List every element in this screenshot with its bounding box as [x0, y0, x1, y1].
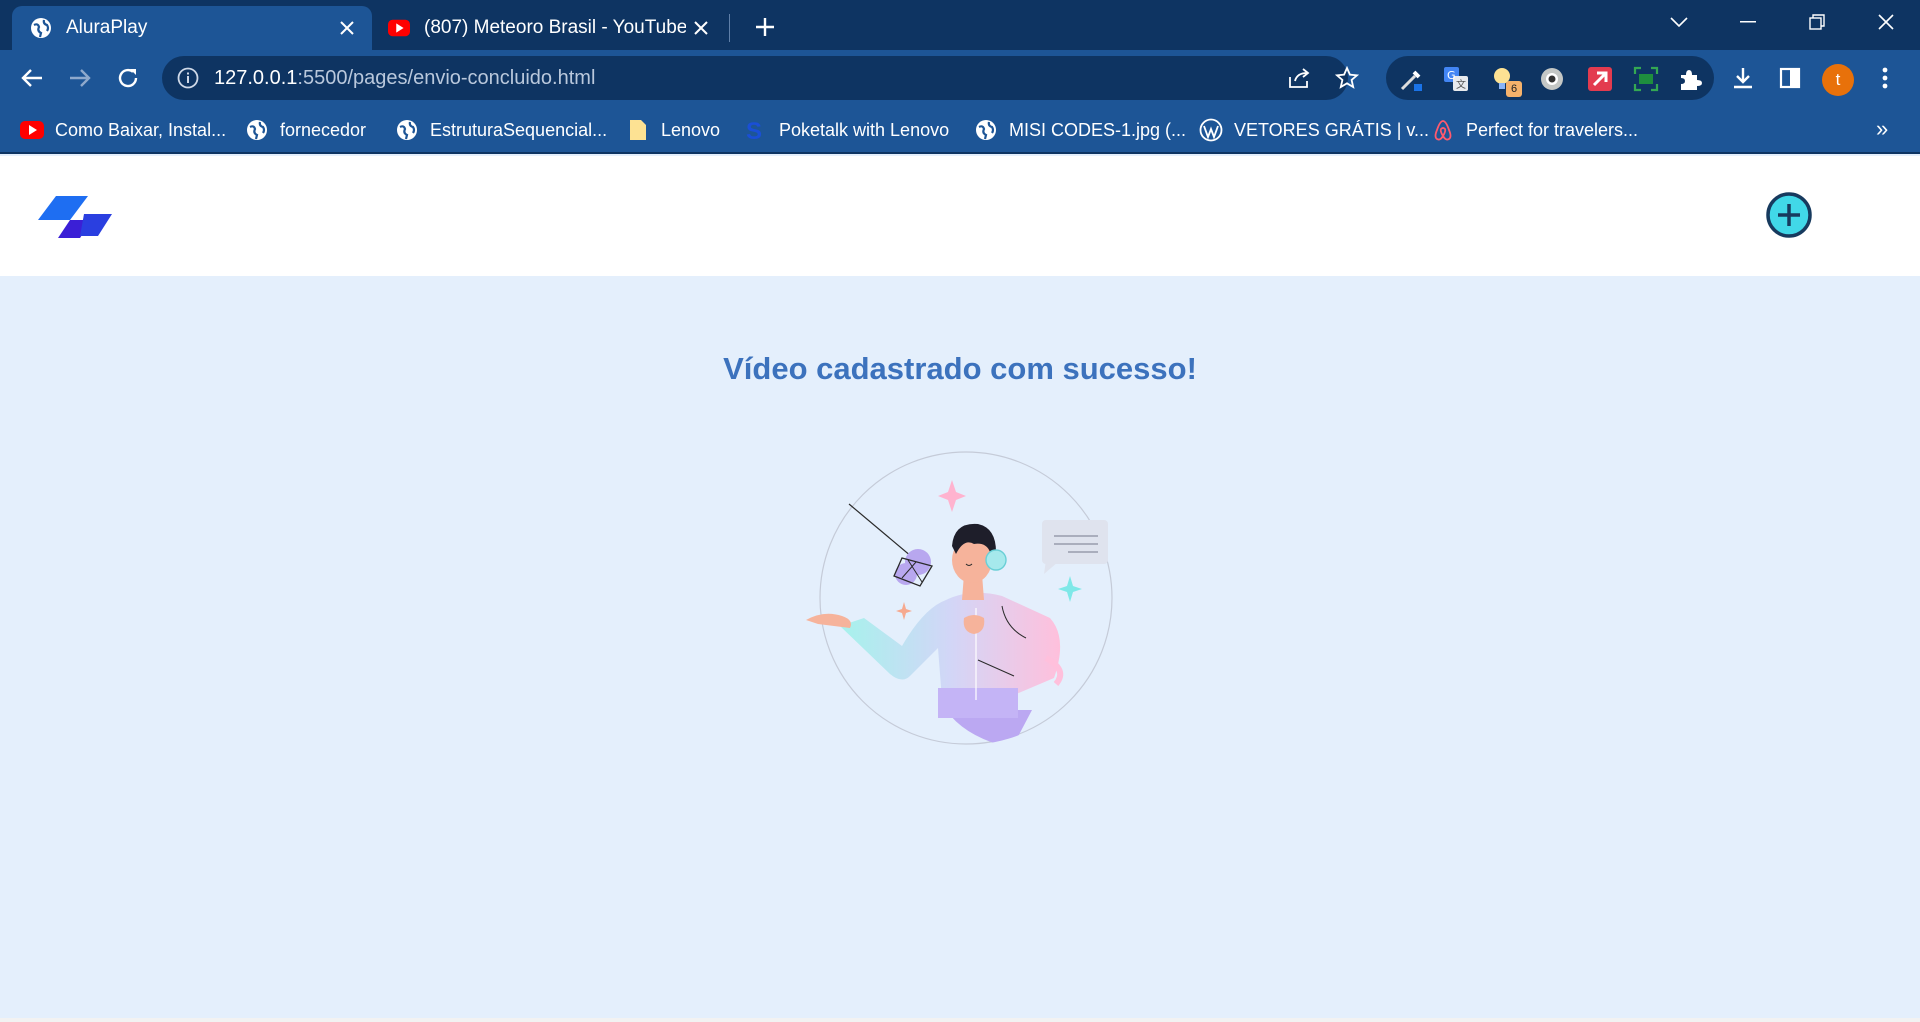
- bookmark-item[interactable]: MISI CODES-1.jpg (...: [974, 116, 1186, 144]
- bookmark-label: fornecedor: [280, 119, 367, 140]
- screenshot-extension-icon[interactable]: [1632, 65, 1660, 93]
- youtube-icon: [388, 17, 410, 39]
- forward-button[interactable]: [61, 59, 99, 97]
- redirect-arrow-extension-icon[interactable]: [1586, 65, 1614, 93]
- site-info-icon[interactable]: [176, 66, 200, 90]
- success-illustration: [806, 448, 1116, 758]
- main-content: Vídeo cadastrado com sucesso!: [0, 276, 1920, 1020]
- url-text[interactable]: 127.0.0.1:5500/pages/envio-concluido.htm…: [214, 67, 595, 90]
- reload-button[interactable]: [109, 59, 147, 97]
- folder-icon: [626, 118, 650, 142]
- bookmark-label: Perfect for travelers...: [1466, 119, 1639, 140]
- bookmark-label: MISI CODES-1.jpg (...: [1009, 119, 1187, 140]
- bookmark-label: Poketalk with Lenovo: [779, 119, 950, 140]
- download-icon[interactable]: [1726, 61, 1760, 95]
- bookmarks-bar: Como Baixar, Instal... fornecedor Estrut…: [0, 106, 1920, 154]
- close-window-button[interactable]: [1861, 4, 1911, 40]
- browser-titlebar: AluraPlay (807) Meteoro Brasil - YouTube: [0, 0, 1920, 50]
- svg-text:文: 文: [1456, 78, 1466, 91]
- more-menu-icon[interactable]: [1868, 61, 1902, 95]
- plus-circle-icon: [1766, 192, 1812, 238]
- airbnb-icon: [1431, 118, 1455, 142]
- eye-extension-icon[interactable]: [1538, 65, 1566, 93]
- tab-title: AluraPlay: [66, 17, 148, 38]
- back-button[interactable]: [13, 59, 51, 97]
- youtube-icon: [20, 118, 44, 142]
- new-tab-button[interactable]: [748, 10, 782, 44]
- lightbulb-extension-icon[interactable]: 6: [1490, 65, 1522, 97]
- extensions-group: G文 6: [1386, 56, 1714, 100]
- tab-title: (807) Meteoro Brasil - YouTube: [424, 17, 686, 38]
- wordpress-icon: [1199, 118, 1223, 142]
- bookmark-item[interactable]: Perfect for travelers...: [1431, 116, 1638, 144]
- extensions-puzzle-icon[interactable]: [1676, 65, 1704, 93]
- bookmark-label: VETORES GRÁTIS | v...: [1234, 119, 1430, 140]
- address-bar[interactable]: 127.0.0.1:5500/pages/envio-concluido.htm…: [162, 56, 1359, 100]
- browser-toolbar: 127.0.0.1:5500/pages/envio-concluido.htm…: [0, 50, 1920, 106]
- tab-separator: [729, 14, 730, 42]
- page-bottom-edge: [0, 1018, 1920, 1022]
- share-icon[interactable]: [1286, 65, 1312, 91]
- svg-text:G: G: [1447, 69, 1456, 82]
- globe-icon: [30, 17, 52, 39]
- aluraplay-logo[interactable]: [38, 196, 114, 238]
- globe-icon: [395, 118, 419, 142]
- bookmark-item[interactable]: fornecedor: [245, 116, 366, 144]
- success-message: Vídeo cadastrado com sucesso!: [723, 351, 1197, 386]
- globe-icon: [974, 118, 998, 142]
- bookmark-item[interactable]: VETORES GRÁTIS | v...: [1199, 116, 1429, 144]
- side-panel-icon[interactable]: [1773, 61, 1807, 95]
- poketalk-icon: S: [744, 118, 768, 142]
- translate-extension-icon[interactable]: G文: [1442, 65, 1470, 93]
- bookmark-item[interactable]: EstruturaSequencial...: [395, 116, 607, 144]
- close-tab-icon[interactable]: [686, 13, 716, 43]
- globe-icon: [245, 118, 269, 142]
- color-picker-extension-icon[interactable]: [1398, 65, 1426, 93]
- profile-avatar[interactable]: t: [1822, 64, 1854, 96]
- bookmark-label: Lenovo: [661, 119, 721, 140]
- bookmark-label: Como Baixar, Instal...: [55, 119, 227, 140]
- minimize-window-button[interactable]: [1723, 4, 1773, 40]
- add-video-button[interactable]: [1764, 190, 1814, 240]
- url-path: :5500/pages/envio-concluido.html: [297, 67, 596, 89]
- close-tab-icon[interactable]: [332, 13, 362, 43]
- restore-window-button[interactable]: [1792, 4, 1842, 40]
- bookmark-item[interactable]: Como Baixar, Instal...: [20, 116, 226, 144]
- tab-aluraplay[interactable]: AluraPlay: [12, 6, 372, 50]
- url-host: 127.0.0.1: [214, 67, 298, 89]
- site-header: [0, 156, 1920, 276]
- tab-search-chevron-down-icon[interactable]: [1654, 4, 1704, 40]
- bookmarks-overflow-button[interactable]: »: [1876, 116, 1888, 142]
- bookmark-item[interactable]: Lenovo: [626, 116, 720, 144]
- bookmark-item[interactable]: S Poketalk with Lenovo: [744, 116, 949, 144]
- tab-youtube[interactable]: (807) Meteoro Brasil - YouTube: [380, 6, 726, 50]
- extension-badge: 6: [1506, 81, 1522, 97]
- bookmark-label: EstruturaSequencial...: [430, 119, 608, 140]
- bookmark-star-icon[interactable]: [1334, 65, 1360, 91]
- svg-text:S: S: [746, 118, 762, 142]
